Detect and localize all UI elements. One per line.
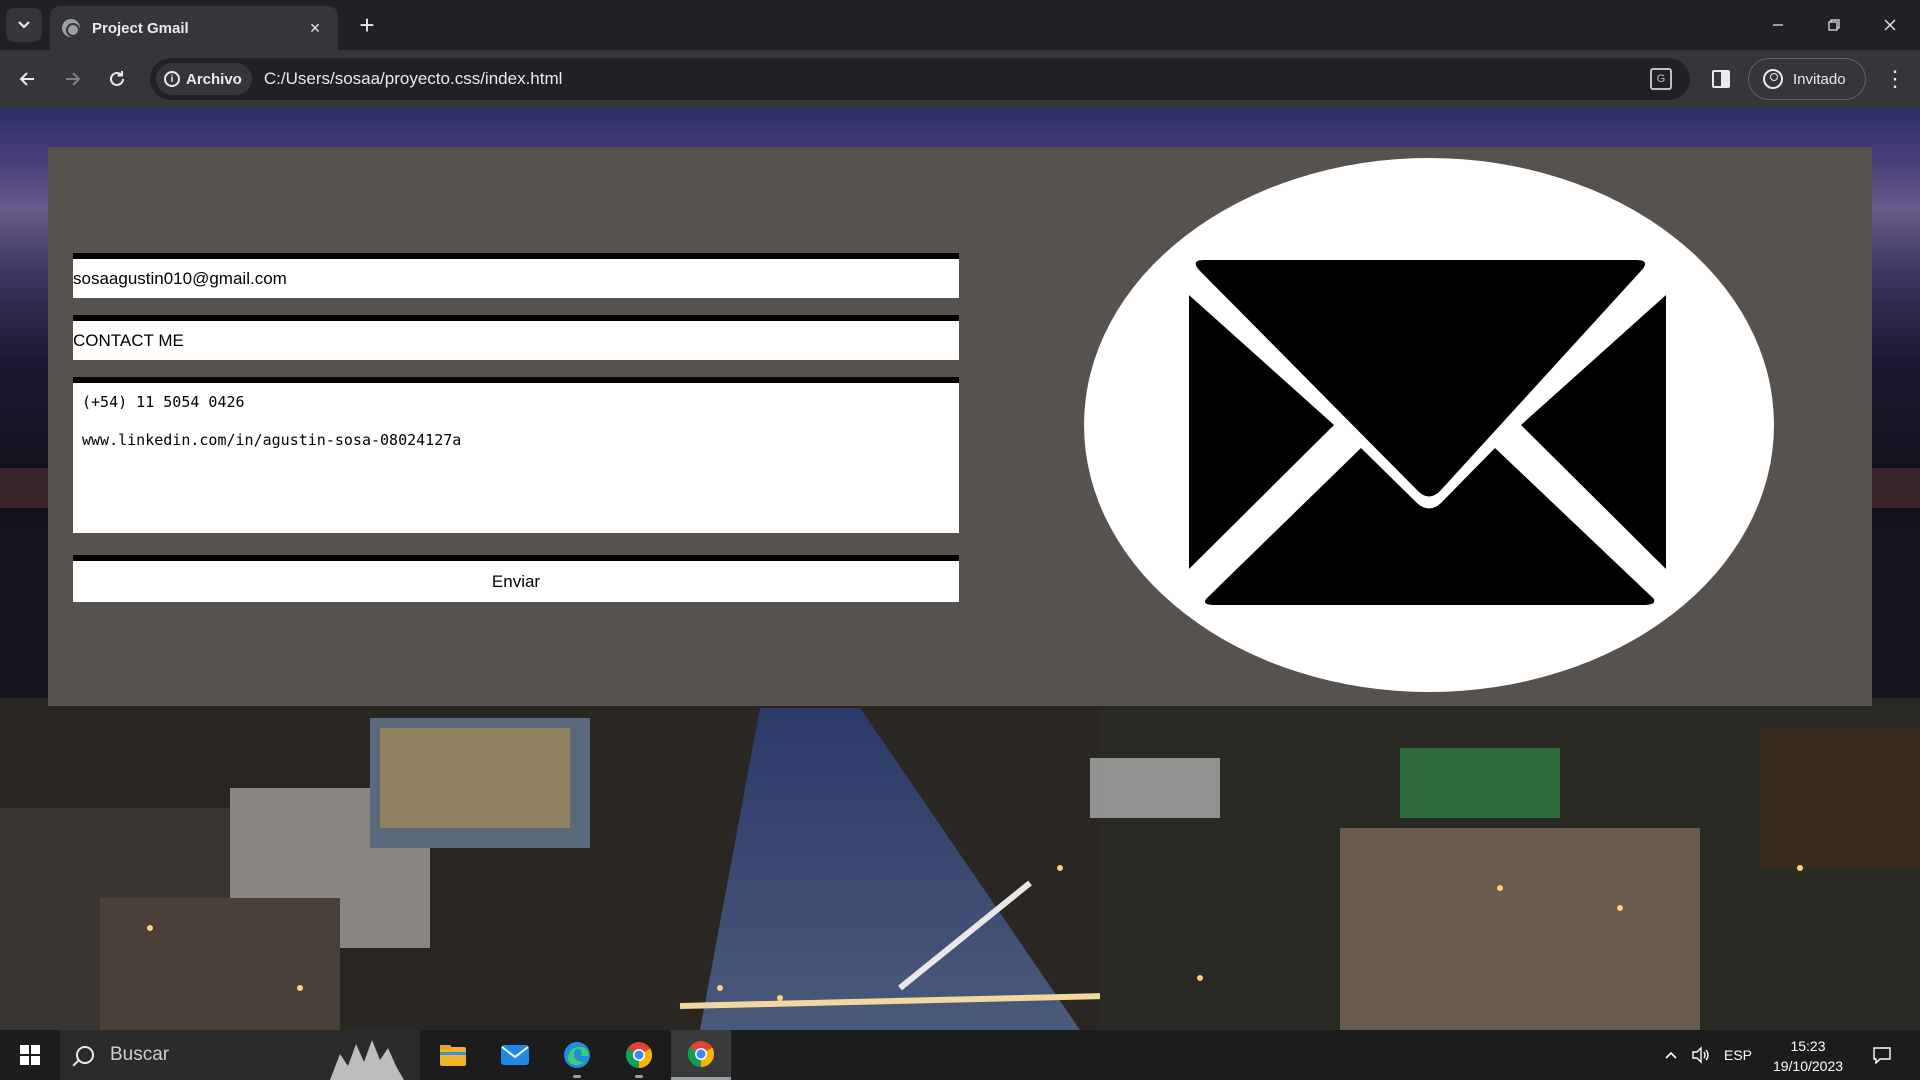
profile-label: Invitado (1793, 70, 1846, 88)
edge-icon (564, 1042, 590, 1068)
windows-taskbar: Buscar ESP 15:23 19/10/2023 (0, 1030, 1920, 1080)
taskbar-file-explorer[interactable] (423, 1030, 483, 1080)
restore-button[interactable] (1806, 0, 1862, 50)
back-arrow-icon (19, 72, 34, 86)
file-explorer-icon (440, 1045, 466, 1066)
tab-project-gmail[interactable]: Project Gmail × (50, 6, 338, 50)
minimize-icon (1773, 24, 1783, 26)
browser-toolbar: i Archivo C:/Users/sosaa/proyecto.css/in… (0, 50, 1920, 108)
more-menu-icon[interactable]: ⋮ (1880, 62, 1910, 96)
clock-date: 19/10/2023 (1772, 1058, 1844, 1074)
globe-icon (62, 19, 80, 37)
send-button[interactable]: Enviar (73, 555, 959, 602)
site-info-chip[interactable]: i Archivo (156, 63, 252, 95)
translate-icon[interactable]: G (1650, 68, 1672, 90)
forward-arrow-icon (66, 72, 81, 86)
search-icon (76, 1046, 94, 1064)
taskbar-clock[interactable]: 15:23 19/10/2023 (1760, 1036, 1856, 1076)
search-highlight-art (330, 1040, 404, 1080)
chevron-up-icon[interactable] (1658, 1030, 1684, 1080)
minimize-button[interactable] (1750, 0, 1806, 50)
mail-envelope-icon (1084, 158, 1774, 692)
browser-tab-strip: Project Gmail × + (0, 0, 1920, 50)
message-line: (+54) 11 5054 0426 (82, 393, 245, 411)
taskbar-chrome-active[interactable] (671, 1030, 731, 1080)
forward-button[interactable] (56, 62, 90, 96)
clock-time: 15:23 (1790, 1038, 1826, 1054)
contact-panel: sosaagustin010@gmail.com CONTACT ME (+54… (48, 147, 1872, 706)
message-line: www.linkedin.com/in/agustin-sosa-0802412… (82, 431, 462, 449)
close-icon (1884, 19, 1896, 31)
windows-start-icon[interactable] (10, 1040, 50, 1070)
message-textarea[interactable]: (+54) 11 5054 0426 www.linkedin.com/in/a… (73, 377, 959, 533)
language-indicator[interactable]: ESP (1718, 1030, 1758, 1080)
taskbar-edge[interactable] (547, 1030, 607, 1080)
taskbar-search[interactable]: Buscar (60, 1030, 420, 1080)
tab-title: Project Gmail (92, 19, 189, 37)
notification-icon[interactable] (1864, 1030, 1900, 1080)
taskbar-mail[interactable] (485, 1030, 545, 1080)
side-panel-icon[interactable] (1712, 70, 1730, 88)
tab-search-icon (18, 21, 30, 29)
back-button[interactable] (10, 62, 44, 96)
speaker-icon[interactable] (1688, 1030, 1714, 1080)
site-info-label: Archivo (186, 70, 242, 88)
tab-search-button[interactable] (6, 8, 42, 42)
taskbar-chrome[interactable] (609, 1030, 669, 1080)
reload-button[interactable] (100, 62, 134, 96)
mail-app-icon (501, 1045, 529, 1065)
chrome-icon (687, 1040, 715, 1067)
info-icon: i (164, 71, 180, 87)
tab-close-button[interactable]: × (304, 18, 326, 39)
url-text[interactable]: C:/Users/sosaa/proyecto.css/index.html (264, 69, 1650, 89)
search-label: Buscar (110, 1044, 170, 1065)
profile-button[interactable]: Invitado (1748, 58, 1866, 100)
new-tab-button[interactable]: + (352, 10, 382, 40)
reload-icon (110, 71, 124, 86)
address-bar[interactable]: i Archivo C:/Users/sosaa/proyecto.css/in… (150, 58, 1690, 100)
profile-icon (1763, 69, 1783, 89)
close-window-button[interactable] (1862, 0, 1918, 50)
subject-field[interactable]: CONTACT ME (73, 315, 959, 360)
page-viewport: sosaagustin010@gmail.com CONTACT ME (+54… (0, 108, 1920, 1030)
restore-icon (1828, 19, 1840, 31)
chrome-icon (625, 1042, 653, 1069)
email-field[interactable]: sosaagustin010@gmail.com (73, 253, 959, 298)
